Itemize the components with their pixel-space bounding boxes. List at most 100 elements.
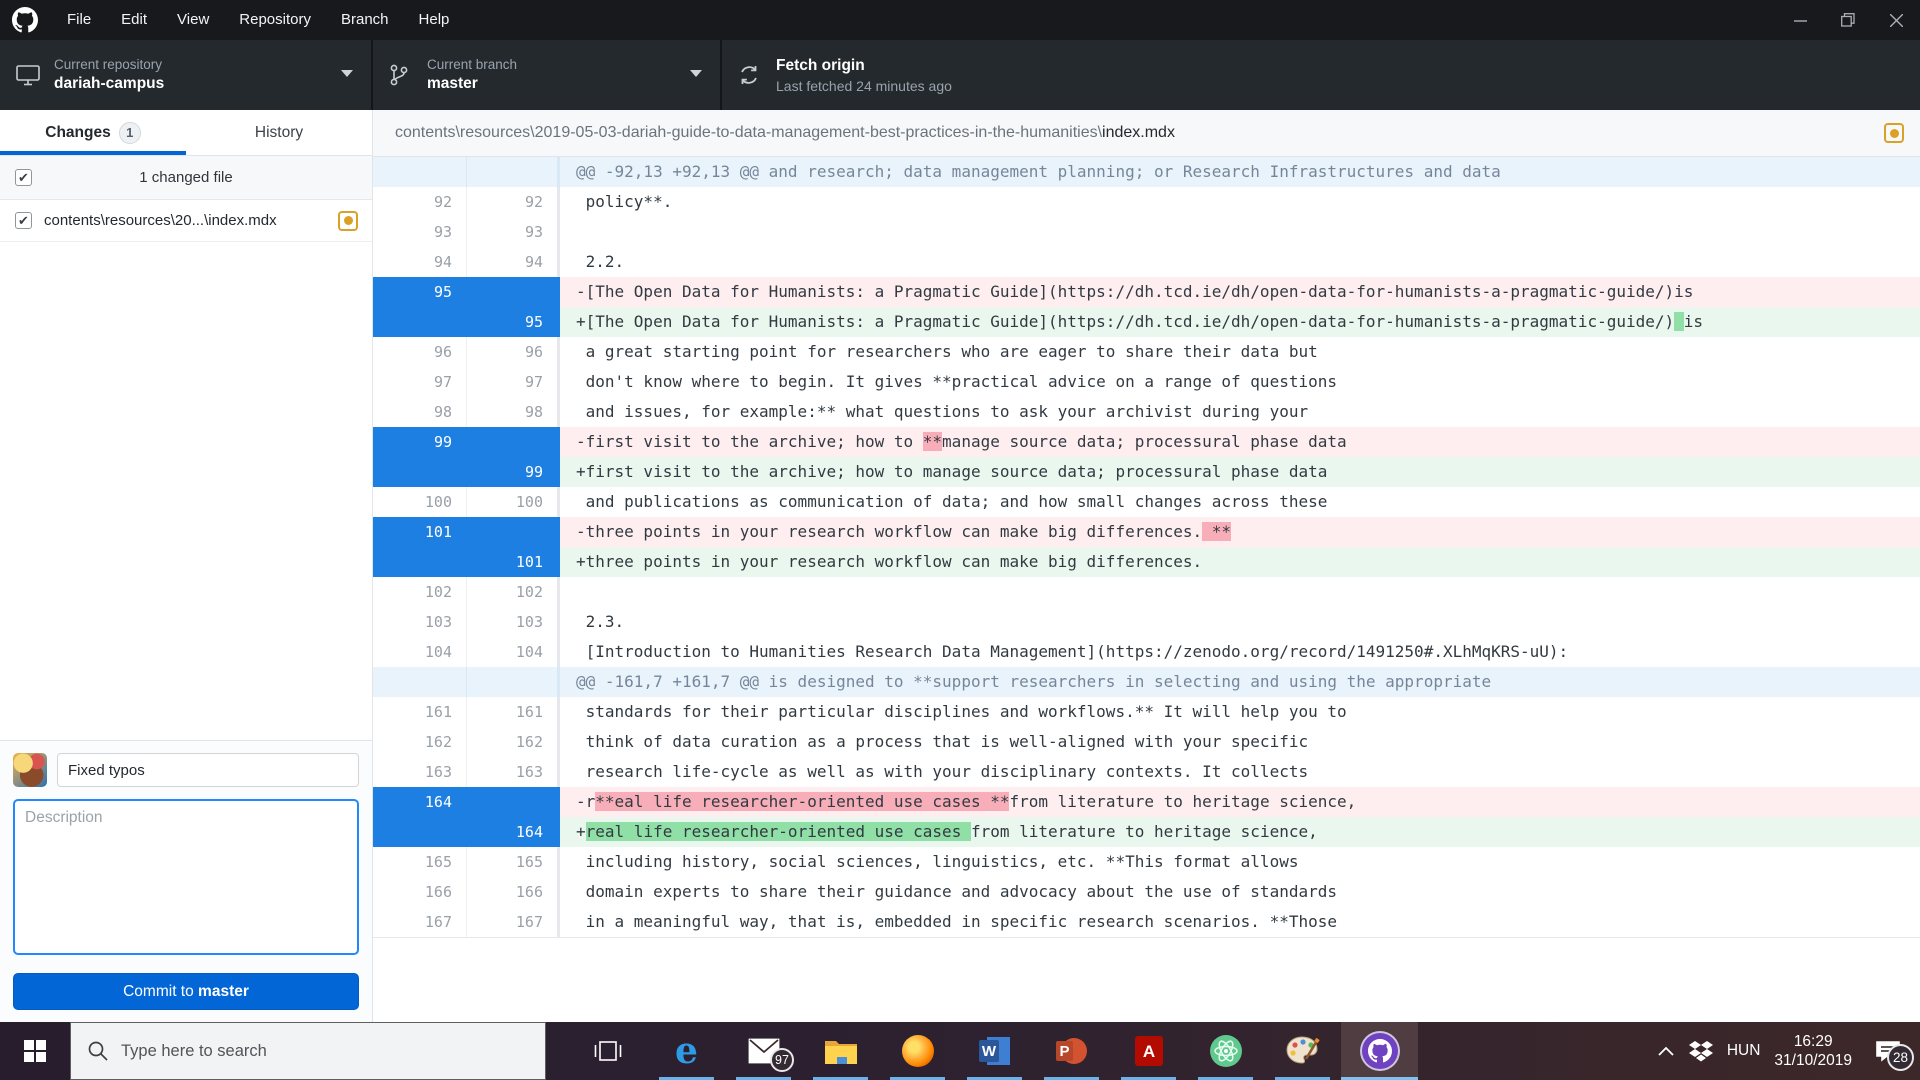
new-line-number[interactable] (467, 667, 560, 697)
old-line-number[interactable] (373, 817, 467, 847)
old-line-number[interactable]: 163 (373, 757, 467, 787)
new-line-number[interactable]: 167 (467, 907, 560, 937)
old-line-number[interactable] (373, 547, 467, 577)
current-repository-dropdown[interactable]: Current repository dariah-campus (0, 40, 373, 110)
diff-line-context[interactable]: 9292 policy**. (373, 187, 1920, 217)
select-all-checkbox[interactable]: ✔ (15, 169, 32, 186)
diff-line-added[interactable]: 164+real life researcher-oriented use ca… (373, 817, 1920, 847)
new-line-number[interactable]: 104 (467, 637, 560, 667)
new-line-number[interactable]: 103 (467, 607, 560, 637)
old-line-number[interactable]: 166 (373, 877, 467, 907)
menu-repository[interactable]: Repository (224, 0, 326, 40)
new-line-number[interactable]: 93 (467, 217, 560, 247)
current-branch-dropdown[interactable]: Current branch master (373, 40, 722, 110)
language-indicator[interactable]: HUN (1727, 1042, 1761, 1060)
diff-line-added[interactable]: 101+three points in your research workfl… (373, 547, 1920, 577)
menu-branch[interactable]: Branch (326, 0, 404, 40)
old-line-number[interactable]: 100 (373, 487, 467, 517)
new-line-number[interactable]: 165 (467, 847, 560, 877)
minimize-button[interactable] (1776, 0, 1824, 40)
commit-button[interactable]: Commit to master (13, 973, 359, 1010)
new-line-number[interactable]: 101 (467, 547, 560, 577)
taskbar-powerpoint-icon[interactable]: P (1033, 1022, 1110, 1080)
new-line-number[interactable]: 94 (467, 247, 560, 277)
fetch-origin-button[interactable]: Fetch origin Last fetched 24 minutes ago (722, 40, 1063, 110)
menu-file[interactable]: File (52, 0, 106, 40)
diff-line-context[interactable]: 100100 and publications as communication… (373, 487, 1920, 517)
old-line-number[interactable]: 165 (373, 847, 467, 877)
old-line-number[interactable]: 162 (373, 727, 467, 757)
old-line-number[interactable]: 101 (373, 517, 467, 547)
old-line-number[interactable]: 95 (373, 277, 467, 307)
new-line-number[interactable]: 96 (467, 337, 560, 367)
old-line-number[interactable]: 96 (373, 337, 467, 367)
old-line-number[interactable] (373, 457, 467, 487)
menu-help[interactable]: Help (404, 0, 465, 40)
commit-summary-input[interactable] (57, 753, 359, 787)
tab-changes[interactable]: Changes 1 (0, 110, 186, 155)
diff-line-hunk[interactable]: @@ -92,13 +92,13 @@ and research; data m… (373, 157, 1920, 187)
old-line-number[interactable]: 97 (373, 367, 467, 397)
restore-button[interactable] (1824, 0, 1872, 40)
diff-line-hunk[interactable]: @@ -161,7 +161,7 @@ is designed to **sup… (373, 667, 1920, 697)
diff-line-context[interactable]: 9797 don't know where to begin. It gives… (373, 367, 1920, 397)
diff-line-removed[interactable]: 95-[The Open Data for Humanists: a Pragm… (373, 277, 1920, 307)
old-line-number[interactable]: 161 (373, 697, 467, 727)
old-line-number[interactable]: 92 (373, 187, 467, 217)
diff-line-context[interactable]: 163163 research life-cycle as well as wi… (373, 757, 1920, 787)
taskbar-search-box[interactable]: Type here to search (70, 1022, 546, 1080)
diff-line-removed[interactable]: 101-three points in your research workfl… (373, 517, 1920, 547)
new-line-number[interactable]: 164 (467, 817, 560, 847)
old-line-number[interactable]: 102 (373, 577, 467, 607)
tab-history[interactable]: History (186, 110, 372, 155)
new-line-number[interactable] (467, 157, 560, 187)
action-center-button[interactable]: 28 (1866, 1029, 1910, 1073)
diff-line-context[interactable]: 104104 [Introduction to Humanities Resea… (373, 637, 1920, 667)
diff-line-context[interactable]: 162162 think of data curation as a proce… (373, 727, 1920, 757)
new-line-number[interactable]: 98 (467, 397, 560, 427)
taskbar-word-icon[interactable]: W (956, 1022, 1033, 1080)
commit-description-textarea[interactable] (13, 799, 359, 955)
diff-line-removed[interactable]: 164-r**eal life researcher-oriented use … (373, 787, 1920, 817)
old-line-number[interactable]: 94 (373, 247, 467, 277)
old-line-number[interactable]: 99 (373, 427, 467, 457)
old-line-number[interactable]: 98 (373, 397, 467, 427)
new-line-number[interactable] (467, 277, 560, 307)
new-line-number[interactable]: 163 (467, 757, 560, 787)
new-line-number[interactable]: 162 (467, 727, 560, 757)
menu-view[interactable]: View (162, 0, 224, 40)
new-line-number[interactable] (467, 787, 560, 817)
new-line-number[interactable]: 166 (467, 877, 560, 907)
diff-line-context[interactable]: 161161 standards for their particular di… (373, 697, 1920, 727)
old-line-number[interactable]: 93 (373, 217, 467, 247)
new-line-number[interactable] (467, 517, 560, 547)
file-checkbox[interactable]: ✔ (15, 212, 32, 229)
diff-line-context[interactable]: 9696 a great starting point for research… (373, 337, 1920, 367)
taskbar-github-desktop-icon[interactable] (1341, 1022, 1418, 1080)
old-line-number[interactable] (373, 307, 467, 337)
new-line-number[interactable]: 99 (467, 457, 560, 487)
new-line-number[interactable]: 102 (467, 577, 560, 607)
diff-line-added[interactable]: 95+[The Open Data for Humanists: a Pragm… (373, 307, 1920, 337)
diff-line-context[interactable]: 102102 (373, 577, 1920, 607)
taskbar-mail-icon[interactable]: 97 (725, 1022, 802, 1080)
taskbar-firefox-icon[interactable] (879, 1022, 956, 1080)
old-line-number[interactable]: 103 (373, 607, 467, 637)
menu-edit[interactable]: Edit (106, 0, 162, 40)
taskbar-edge-icon[interactable]: e (648, 1022, 725, 1080)
new-line-number[interactable]: 161 (467, 697, 560, 727)
diff-line-context[interactable]: 9494 2.2. (373, 247, 1920, 277)
diff-line-context[interactable]: 103103 2.3. (373, 607, 1920, 637)
old-line-number[interactable]: 167 (373, 907, 467, 937)
taskbar-paint-palette-icon[interactable] (1264, 1022, 1341, 1080)
dropbox-icon[interactable] (1689, 1040, 1713, 1062)
old-line-number[interactable] (373, 667, 467, 697)
old-line-number[interactable]: 164 (373, 787, 467, 817)
chevron-up-icon[interactable] (1657, 1045, 1675, 1057)
new-line-number[interactable]: 100 (467, 487, 560, 517)
close-button[interactable] (1872, 0, 1920, 40)
diff-line-context[interactable]: 9898 and issues, for example:** what que… (373, 397, 1920, 427)
task-view-button[interactable] (570, 1022, 646, 1080)
clock[interactable]: 16:29 31/10/2019 (1774, 1032, 1852, 1070)
diff-line-context[interactable]: 165165 including history, social science… (373, 847, 1920, 877)
